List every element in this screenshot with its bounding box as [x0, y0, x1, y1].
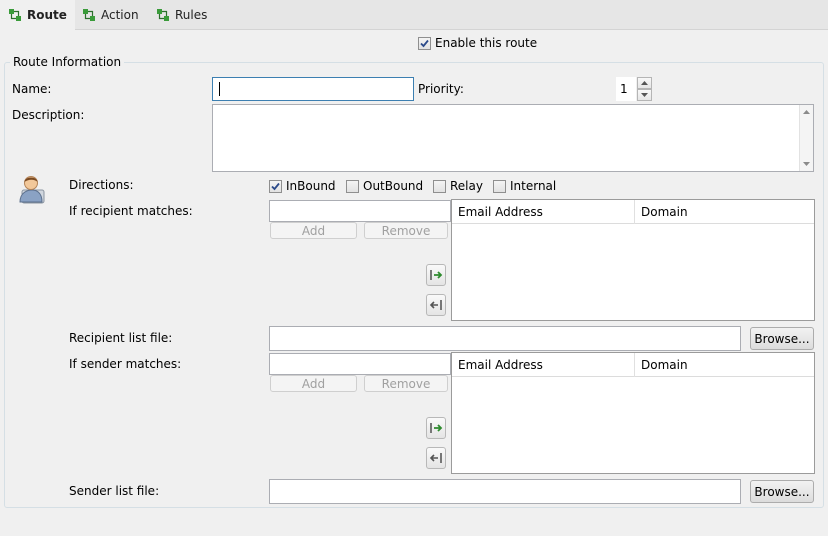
arrow-right-icon: [430, 423, 443, 433]
sender-remove-button[interactable]: Remove: [364, 375, 448, 392]
priority-label: Priority:: [418, 82, 464, 96]
spin-down-button[interactable]: [637, 89, 652, 101]
description-label: Description:: [12, 108, 85, 122]
direction-outbound[interactable]: OutBound: [346, 179, 423, 193]
direction-internal[interactable]: Internal: [493, 179, 556, 193]
recipient-move-left-button[interactable]: [426, 294, 446, 316]
description-scrollbar[interactable]: [799, 105, 813, 171]
column-domain[interactable]: Domain: [635, 353, 814, 377]
recipient-matches-label: If recipient matches:: [69, 204, 193, 218]
text-caret: [219, 82, 220, 96]
internal-checkbox[interactable]: [493, 179, 506, 193]
sender-table-header: Email Address Domain: [452, 353, 814, 377]
sender-match-input[interactable]: [269, 353, 451, 375]
chevron-down-icon: [641, 93, 648, 97]
enable-route-label: Enable this route: [435, 36, 538, 50]
recipient-table-header: Email Address Domain: [452, 200, 814, 224]
sender-list-file-input[interactable]: [269, 479, 741, 504]
recipient-list-file-input[interactable]: [269, 326, 741, 351]
route-node-icon: [82, 8, 96, 22]
recipient-address-table[interactable]: Email Address Domain: [451, 199, 815, 321]
column-domain[interactable]: Domain: [635, 200, 814, 224]
scroll-up-icon[interactable]: [803, 110, 810, 114]
arrow-left-icon: [429, 300, 442, 310]
group-title: Route Information: [10, 55, 125, 69]
priority-input[interactable]: 1: [616, 77, 636, 101]
route-node-icon: [8, 8, 22, 22]
sender-list-file-label: Sender list file:: [69, 484, 160, 498]
enable-route-checkbox[interactable]: [418, 36, 431, 50]
user-avatar-icon: [16, 172, 48, 204]
sender-matches-label: If sender matches:: [69, 357, 182, 371]
chevron-up-icon: [641, 81, 648, 85]
name-input[interactable]: [212, 77, 414, 101]
name-label: Name:: [12, 82, 52, 96]
tab-rules[interactable]: Rules: [148, 0, 215, 30]
direction-inbound[interactable]: InBound: [269, 179, 336, 193]
sender-add-button[interactable]: Add: [270, 375, 357, 392]
recipient-add-button[interactable]: Add: [270, 222, 357, 239]
directions-label: Directions:: [69, 178, 134, 192]
arrow-right-icon: [430, 270, 443, 280]
tab-route[interactable]: Route: [0, 0, 75, 30]
sender-move-right-button[interactable]: [426, 417, 446, 439]
spin-up-button[interactable]: [637, 77, 652, 89]
column-email-address[interactable]: Email Address: [452, 353, 635, 377]
sender-move-left-button[interactable]: [426, 447, 446, 469]
relay-checkbox[interactable]: [433, 179, 446, 193]
recipient-list-file-label: Recipient list file:: [69, 331, 173, 345]
arrow-left-icon: [429, 453, 442, 463]
column-email-address[interactable]: Email Address: [452, 200, 635, 224]
inbound-checkbox[interactable]: [269, 179, 282, 193]
description-textarea[interactable]: [212, 104, 814, 172]
recipient-move-right-button[interactable]: [426, 264, 446, 286]
direction-relay[interactable]: Relay: [433, 179, 483, 193]
priority-spinner: [637, 77, 652, 101]
sender-browse-button[interactable]: Browse...: [750, 480, 814, 503]
tab-action[interactable]: Action: [74, 0, 147, 30]
enable-route-row: Enable this route: [418, 36, 537, 50]
recipient-browse-button[interactable]: Browse...: [750, 327, 814, 350]
recipient-remove-button[interactable]: Remove: [364, 222, 448, 239]
scroll-down-icon[interactable]: [803, 162, 810, 166]
route-node-icon: [156, 8, 170, 22]
recipient-match-input[interactable]: [269, 200, 451, 222]
outbound-checkbox[interactable]: [346, 179, 359, 193]
sender-address-table[interactable]: Email Address Domain: [451, 352, 815, 474]
